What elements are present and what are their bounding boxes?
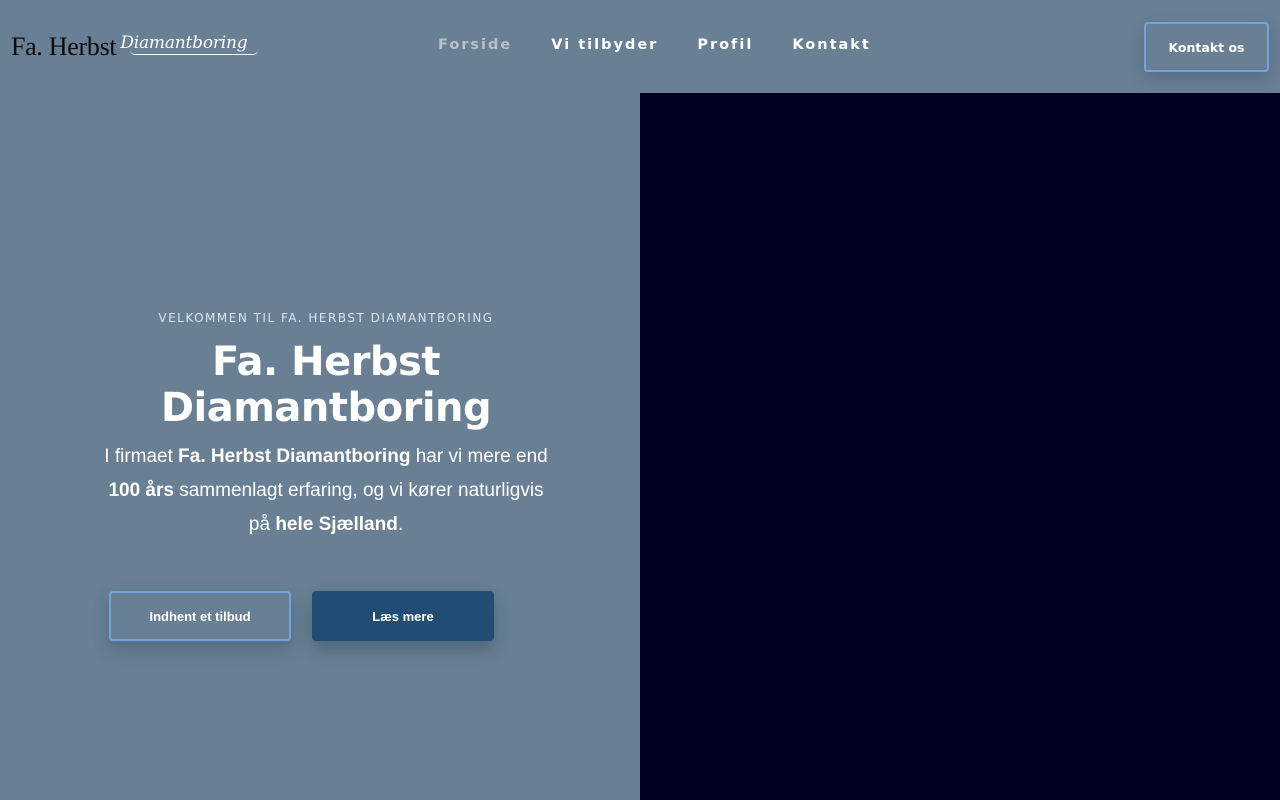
hero-desc-bold-company: Fa. Herbst Diamantboring <box>178 446 411 467</box>
site-logo[interactable]: Fa. Herbst Diamantboring <box>11 28 258 61</box>
hero-description: I firmaet Fa. Herbst Diamantboring har v… <box>100 440 552 542</box>
hero-title-line-2: Diamantboring <box>160 385 492 431</box>
read-more-button[interactable]: Læs mere <box>312 591 494 641</box>
logo-underline-flourish <box>130 50 258 55</box>
hero-media-panel <box>640 93 1280 800</box>
nav-item-vi-tilbyder[interactable]: Vi tilbyder <box>551 36 658 54</box>
hero-desc-bold-years: 100 års <box>108 480 174 501</box>
get-quote-button[interactable]: Indhent et tilbud <box>109 591 291 641</box>
site-header: Fa. Herbst Diamantboring Forside Vi tilb… <box>0 0 1280 93</box>
hero-title-line-1: Fa. Herbst <box>212 339 441 385</box>
nav-item-kontakt[interactable]: Kontakt <box>792 36 871 54</box>
logo-serif-text: Fa. Herbst <box>11 32 117 61</box>
hero-title: Fa. Herbst Diamantboring <box>100 339 552 431</box>
page: Fa. Herbst Diamantboring Forside Vi tilb… <box>0 0 1280 800</box>
hero-text-block: VELKOMMEN TIL FA. HERBST DIAMANTBORING F… <box>100 300 552 542</box>
nav-item-profil[interactable]: Profil <box>697 36 753 54</box>
hero-desc-bold-region: hele Sjælland <box>275 514 398 535</box>
hero-desc-part-2: har vi mere end <box>410 446 548 467</box>
hero-desc-part-1: I firmaet <box>104 446 179 467</box>
nav-item-forside[interactable]: Forside <box>438 36 512 54</box>
main-nav: Forside Vi tilbyder Profil Kontakt <box>438 36 910 54</box>
contact-us-button[interactable]: Kontakt os <box>1144 22 1269 72</box>
hero-eyebrow: VELKOMMEN TIL FA. HERBST DIAMANTBORING <box>158 311 494 325</box>
hero-desc-part-4: . <box>397 514 404 535</box>
